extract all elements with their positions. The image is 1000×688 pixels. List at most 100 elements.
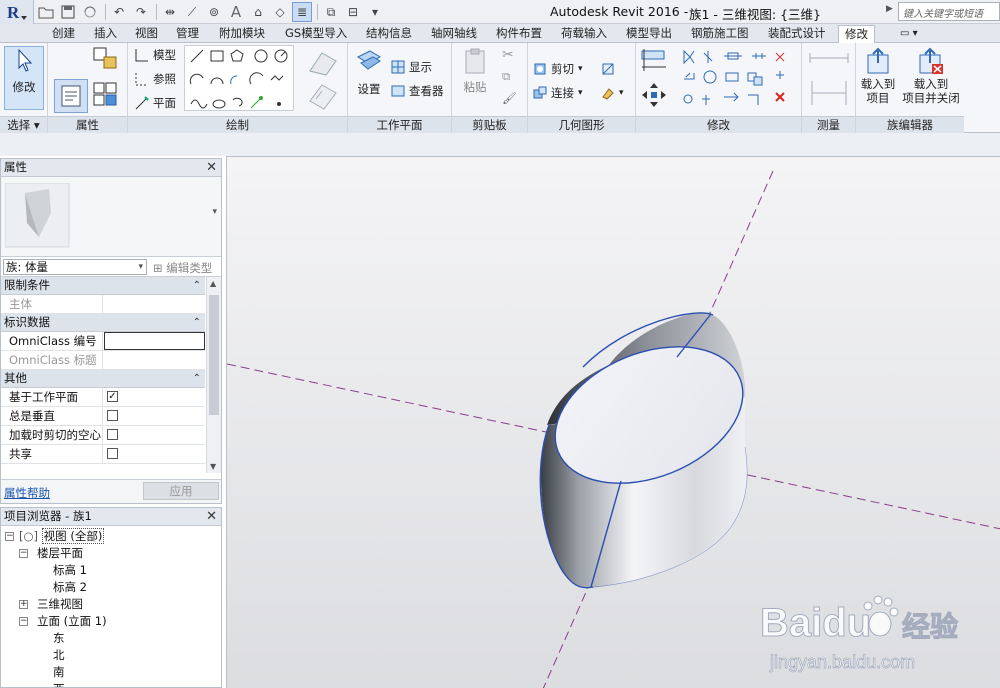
tree-node-3d-views[interactable]: 三维视图 [37,596,83,612]
tree-node-west[interactable]: 西 [53,681,65,687]
model-line-button[interactable]: 模型 [134,47,176,63]
panel-modify: 修改 [636,43,802,133]
type-preview[interactable]: ▾ [1,177,221,257]
section-constraints[interactable]: 限制条件 ⌃ [1,277,205,295]
tab-load-input[interactable]: 荷载输入 [561,25,607,43]
workplane-viewer-button[interactable]: 查看器 [390,83,444,99]
undo-icon[interactable]: ↶ [109,2,129,22]
section-other[interactable]: 其他 ⌃ [1,370,205,388]
open-icon[interactable] [36,2,56,22]
measure-button[interactable] [808,51,850,65]
collapse-icon[interactable]: − [19,549,28,558]
tree-node-south[interactable]: 南 [53,664,65,680]
always-vertical-checkbox[interactable] [107,410,118,421]
cut-with-voids-checkbox[interactable] [107,429,118,440]
load-into-project-button[interactable]: 载入到 项目 [858,47,898,105]
project-browser: 项目浏览器 - 族1 ✕ − [○] 视图 (全部) − 楼层平面 标高 1 标高… [0,507,222,688]
dimension-icon[interactable]: ⟋ [182,2,202,22]
pick-faces-button[interactable] [306,81,340,111]
omniclass-number-input[interactable] [104,332,205,350]
tab-rebar-drawing[interactable]: 钢筋施工图 [691,25,749,43]
tab-structure-info[interactable]: 结构信息 [366,25,412,43]
tab-create[interactable]: 创建 [52,25,75,43]
cut-geometry-button[interactable]: 剪切 ▾ [532,61,583,77]
family-category-button[interactable] [92,81,118,107]
section-identity-data[interactable]: 标识数据 ⌃ [1,314,205,332]
tab-insert[interactable]: 插入 [94,25,117,43]
save-icon[interactable] [58,2,78,22]
application-menu-button[interactable]: R [0,0,34,24]
tree-node-floor-plans[interactable]: 楼层平面 [37,545,83,561]
sync-icon[interactable] [80,2,100,22]
tab-addins[interactable]: 附加模块 [219,25,265,43]
tab-manage[interactable]: 管理 [176,25,199,43]
panel-select-label[interactable]: 选择 ▾ [0,116,47,133]
tree-node-views[interactable]: [○] 视图 (全部) [19,528,105,544]
measure-icon[interactable]: ⇹ [160,2,180,22]
type-selector-dropdown[interactable]: 族: 体量 ▾ [3,259,147,275]
draw-shapes-icon[interactable] [185,46,295,112]
set-workplane-button[interactable]: 设置 [354,49,384,101]
tag-icon[interactable]: ⊚ [204,2,224,22]
3d-view-icon[interactable]: ⌂ [248,2,268,22]
search-input[interactable]: 键入关键字或短语 [898,2,1000,21]
section-icon[interactable]: ◇ [270,2,290,22]
expand-icon[interactable]: + [19,600,28,609]
paint-icon[interactable]: ▾ [600,85,624,101]
edit-type-button[interactable]: ⊞ 编辑类型 [153,260,212,276]
tab-model-export[interactable]: 模型导出 [626,25,672,43]
copy-icon[interactable]: ⧉ [502,69,510,84]
ribbon-minimize-icon[interactable]: ▭ ▾ [900,25,918,43]
properties-button[interactable] [54,79,88,113]
modify-tools-icon[interactable] [680,47,798,113]
customize-qat-icon[interactable]: ▾ [365,2,385,22]
move-button[interactable] [640,81,668,109]
close-hidden-icon[interactable]: ⧉ [321,2,341,22]
shared-checkbox[interactable] [107,448,118,459]
reference-line-button[interactable]: 参照 [134,71,176,87]
family-types-button[interactable] [92,45,118,71]
modify-tool-button[interactable]: 修改 [4,46,44,110]
switch-windows-icon[interactable]: ⊟ [343,2,363,22]
tree-node-elevations[interactable]: 立面 (立面 1) [37,613,107,629]
close-icon[interactable]: ✕ [206,159,217,176]
match-properties-icon[interactable]: 🖌 [502,91,517,105]
tab-component-layout[interactable]: 构件布置 [496,25,542,43]
tree-node-north[interactable]: 北 [53,647,65,663]
redo-icon[interactable]: ↷ [131,2,151,22]
panel-clipboard-label: 剪贴板 [452,116,527,133]
properties-scrollbar[interactable]: ▲ ▼ [206,277,221,473]
search-expand-icon[interactable]: ▶ [886,4,893,14]
join-geometry-button[interactable]: 连接 ▾ [532,85,583,101]
split-face-icon[interactable] [600,61,619,77]
apply-button[interactable]: 应用 [143,482,219,500]
tree-node-east[interactable]: 东 [53,630,65,646]
properties-help-link[interactable]: 属性帮助 [4,485,50,501]
show-workplane-button[interactable]: 显示 [390,59,432,75]
thin-lines-icon[interactable]: ≣ [292,2,312,22]
close-icon[interactable]: ✕ [206,508,217,525]
pick-lines-button[interactable] [306,47,340,77]
collapse-icon[interactable]: − [5,532,14,541]
tab-prefab-design[interactable]: 装配式设计 [768,25,826,43]
tab-gs-import[interactable]: GS模型导入 [285,25,347,43]
paste-button[interactable]: 粘贴 [460,47,490,105]
align-button[interactable] [640,47,668,73]
tree-node-level1[interactable]: 标高 1 [53,562,87,578]
workplane-based-checkbox[interactable]: ✓ [107,391,118,402]
tree-node-level2[interactable]: 标高 2 [53,579,87,595]
tab-modify[interactable]: 修改 [838,25,875,43]
tab-view[interactable]: 视图 [135,25,158,43]
cut-icon[interactable]: ✂ [502,47,514,63]
svg-text:Baidu: Baidu [760,601,871,645]
collapse-icon[interactable]: − [19,617,28,626]
text-icon[interactable]: A [226,2,246,22]
reference-plane-button[interactable]: 平面 [134,95,176,111]
load-into-project-close-button[interactable]: 载入到 项目并关闭 [900,47,962,105]
preview-dropdown-icon[interactable]: ▾ [212,207,217,217]
tab-grids[interactable]: 轴网轴线 [431,25,477,43]
panel-family-editor: 载入到 项目 载入到 项目并关闭 族编辑器 [856,43,964,133]
dimension-button[interactable] [808,79,850,107]
viewer-icon [391,85,405,97]
dimension-icon [811,81,847,105]
